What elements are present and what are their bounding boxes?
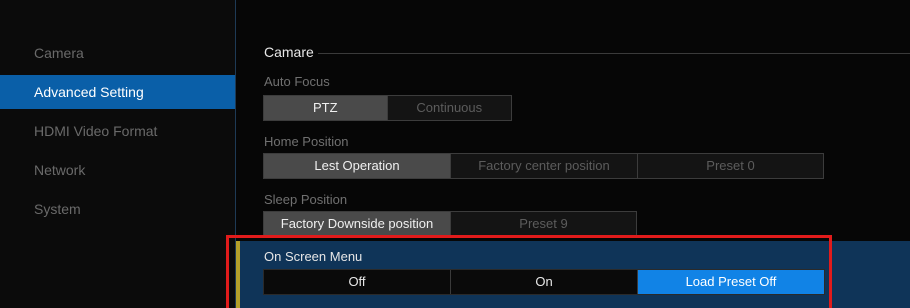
sidebar-item-label: HDMI Video Format	[34, 123, 158, 139]
home-position-option-factory-center[interactable]: Factory center position	[451, 154, 638, 178]
sidebar: Camera Advanced Setting HDMI Video Forma…	[0, 0, 235, 308]
sidebar-item-label: Camera	[34, 45, 84, 61]
home-position-selector: Lest Operation Factory center position P…	[263, 153, 824, 179]
sidebar-item-system[interactable]: System	[0, 192, 235, 226]
sidebar-item-camera[interactable]: Camera	[0, 36, 235, 70]
sidebar-item-hdmi-video-format[interactable]: HDMI Video Format	[0, 114, 235, 148]
sleep-position-selector: Factory Downside position Preset 9	[263, 211, 637, 237]
home-position-option-lest-operation[interactable]: Lest Operation	[264, 154, 451, 178]
home-position-option-preset-0[interactable]: Preset 0	[638, 154, 823, 178]
settings-screen: Camera Advanced Setting HDMI Video Forma…	[0, 0, 910, 308]
sidebar-item-label: Advanced Setting	[34, 84, 144, 100]
section-title: Camare	[264, 44, 314, 60]
auto-focus-option-ptz[interactable]: PTZ	[264, 96, 388, 120]
sidebar-item-label: Network	[34, 162, 86, 178]
sleep-position-label: Sleep Position	[264, 192, 348, 207]
home-position-label: Home Position	[264, 134, 349, 149]
sleep-position-option-factory-downside[interactable]: Factory Downside position	[264, 212, 451, 236]
auto-focus-selector: PTZ Continuous	[263, 95, 512, 121]
auto-focus-option-continuous[interactable]: Continuous	[388, 96, 512, 120]
highlight-annotation-box	[226, 235, 832, 308]
sleep-position-option-preset-9[interactable]: Preset 9	[451, 212, 636, 236]
sidebar-item-network[interactable]: Network	[0, 153, 235, 187]
section-divider	[318, 53, 910, 54]
auto-focus-label: Auto Focus	[264, 74, 330, 89]
sidebar-item-advanced-setting[interactable]: Advanced Setting	[0, 75, 235, 109]
sidebar-item-label: System	[34, 201, 81, 217]
